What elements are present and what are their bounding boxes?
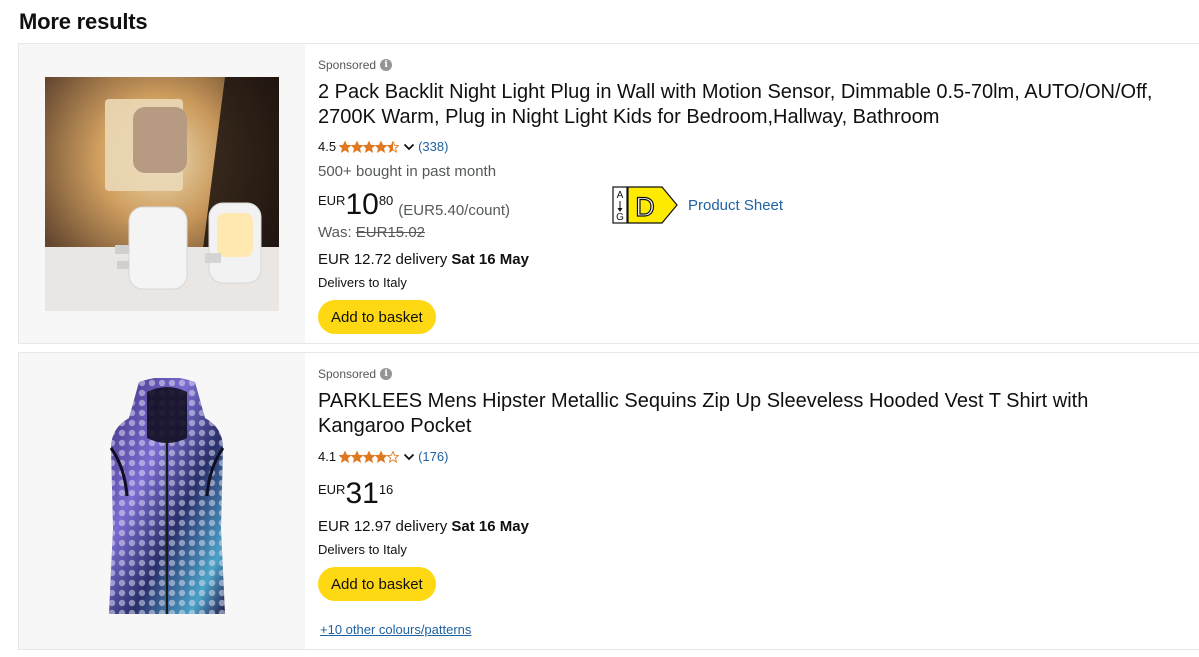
price-currency: EUR xyxy=(318,193,346,208)
energy-scale-top: A xyxy=(617,190,624,201)
add-to-basket-button[interactable]: Add to basket xyxy=(318,300,436,334)
product-title[interactable]: PARKLEES Mens Hipster Metallic Sequins Z… xyxy=(318,389,1168,439)
star-rating[interactable] xyxy=(339,140,400,153)
star-icon xyxy=(363,450,376,463)
price-fraction: 16 xyxy=(378,482,394,497)
sponsored-label[interactable]: Sponsored i xyxy=(318,367,393,381)
bought-count: 500+ bought in past month xyxy=(318,163,497,180)
section-title: More results xyxy=(19,9,148,34)
rating-row: 4.5 (338) xyxy=(318,139,448,154)
star-icon xyxy=(363,140,376,153)
product-info: Sponsored i 2 Pack Backlit Night Light P… xyxy=(318,44,1199,343)
delivery-date: Sat 16 May xyxy=(451,518,529,535)
star-rating[interactable] xyxy=(339,450,400,463)
delivery-info: EUR 12.72 delivery Sat 16 May xyxy=(318,251,529,268)
sponsored-text: Sponsored xyxy=(318,367,377,381)
sponsored-label[interactable]: Sponsored i xyxy=(318,58,393,72)
info-icon[interactable]: i xyxy=(380,59,393,71)
review-count[interactable]: (338) xyxy=(418,139,448,154)
product-info: Sponsored i PARKLEES Mens Hipster Metall… xyxy=(318,353,1199,649)
star-icon xyxy=(375,140,388,153)
star-icon xyxy=(375,450,388,463)
delivers-to: Delivers to Italy xyxy=(318,275,407,290)
info-icon[interactable]: i xyxy=(380,368,393,380)
sequin-vest-image[interactable] xyxy=(97,378,237,618)
price[interactable]: EUR 10 80 (EUR5.40/count) xyxy=(318,190,510,220)
star-icon xyxy=(351,450,364,463)
price-whole: 31 xyxy=(345,477,379,510)
star-icon xyxy=(339,140,352,153)
energy-scale-bottom: G xyxy=(616,212,624,223)
star-icon xyxy=(387,450,400,463)
price[interactable]: EUR 31 16 xyxy=(318,479,393,509)
add-to-basket-button[interactable]: Add to basket xyxy=(318,567,436,601)
delivers-to: Delivers to Italy xyxy=(318,542,407,557)
delivery-prefix: EUR 12.72 delivery xyxy=(318,251,448,268)
delivery-prefix: EUR 12.97 delivery xyxy=(318,518,448,535)
star-icon xyxy=(339,450,352,463)
unit-price: (EUR5.40/count) xyxy=(398,202,511,219)
review-count[interactable]: (176) xyxy=(418,449,448,464)
other-colours-link[interactable]: +10 other colours/patterns xyxy=(320,622,471,637)
was-price: Was: EUR15.02 xyxy=(318,224,425,241)
star-icon xyxy=(351,140,364,153)
price-whole: 10 xyxy=(345,188,379,221)
delivery-info: EUR 12.97 delivery Sat 16 May xyxy=(318,518,529,535)
price-currency: EUR xyxy=(318,482,346,497)
was-amount: EUR15.02 xyxy=(355,224,426,241)
energy-class: D xyxy=(635,192,655,222)
night-light-image[interactable] xyxy=(45,77,279,311)
energy-label[interactable]: A G D Product Sheet xyxy=(612,186,783,224)
delivery-date: Sat 16 May xyxy=(451,251,529,268)
rating-row: 4.1 (176) xyxy=(318,449,448,464)
product-image-pane[interactable] xyxy=(19,44,305,343)
rating-value: 4.1 xyxy=(318,449,337,464)
product-card: Sponsored i PARKLEES Mens Hipster Metall… xyxy=(18,352,1199,650)
product-sheet-link[interactable]: Product Sheet xyxy=(688,197,783,214)
product-card: Sponsored i 2 Pack Backlit Night Light P… xyxy=(18,43,1199,344)
was-label: Was: xyxy=(318,224,352,241)
chevron-down-icon[interactable] xyxy=(403,451,415,463)
price-fraction: 80 xyxy=(378,193,394,208)
sponsored-text: Sponsored xyxy=(318,58,377,72)
star-icon xyxy=(387,140,400,153)
product-title[interactable]: 2 Pack Backlit Night Light Plug in Wall … xyxy=(318,80,1168,130)
energy-label-icon[interactable]: A G D xyxy=(612,186,678,224)
product-image-pane[interactable] xyxy=(19,353,305,649)
rating-value: 4.5 xyxy=(318,139,337,154)
chevron-down-icon[interactable] xyxy=(403,141,415,153)
